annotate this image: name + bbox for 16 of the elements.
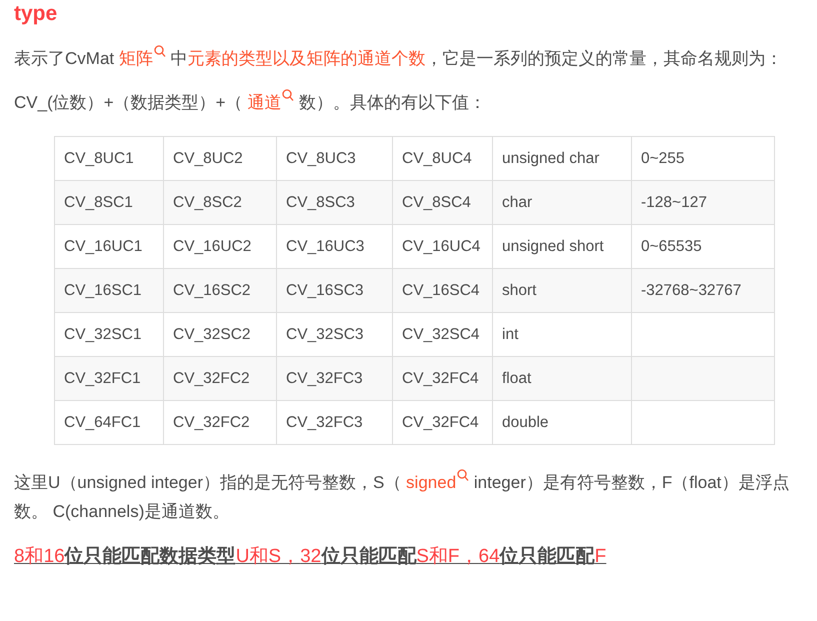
explanation-paragraph: 这里U（unsigned integer）指的是无符号整数，S（ signed integer）是有符号整数，F（float）是浮点数。 C(channels)是通道数。 bbox=[14, 468, 803, 526]
search-icon bbox=[154, 45, 166, 58]
description-paragraph: 表示了CvMat 矩阵 中元素的类型以及矩阵的通道个数，它是一系列的预定义的常量，其命名规则为： bbox=[14, 44, 803, 73]
search-link[interactable]: signed bbox=[406, 473, 470, 492]
search-icon bbox=[457, 469, 470, 482]
section-heading: type bbox=[14, 1, 58, 27]
table-cell: CV_32FC3 bbox=[276, 400, 392, 444]
search-icon bbox=[282, 89, 294, 102]
table-cell: double bbox=[492, 400, 632, 444]
table-cell: CV_64FC1 bbox=[54, 400, 164, 444]
table-cell: CV_32FC4 bbox=[392, 400, 492, 444]
table-cell: CV_32FC2 bbox=[164, 400, 276, 444]
table-cell: CV_8UC1 bbox=[54, 136, 164, 180]
search-link[interactable]: 通道 bbox=[247, 93, 294, 112]
search-link[interactable]: 矩阵 bbox=[118, 49, 166, 68]
naming-rule-paragraph: CV_(位数）+（数据类型）+（ 通道 数）。具体的有以下值： bbox=[14, 88, 803, 117]
